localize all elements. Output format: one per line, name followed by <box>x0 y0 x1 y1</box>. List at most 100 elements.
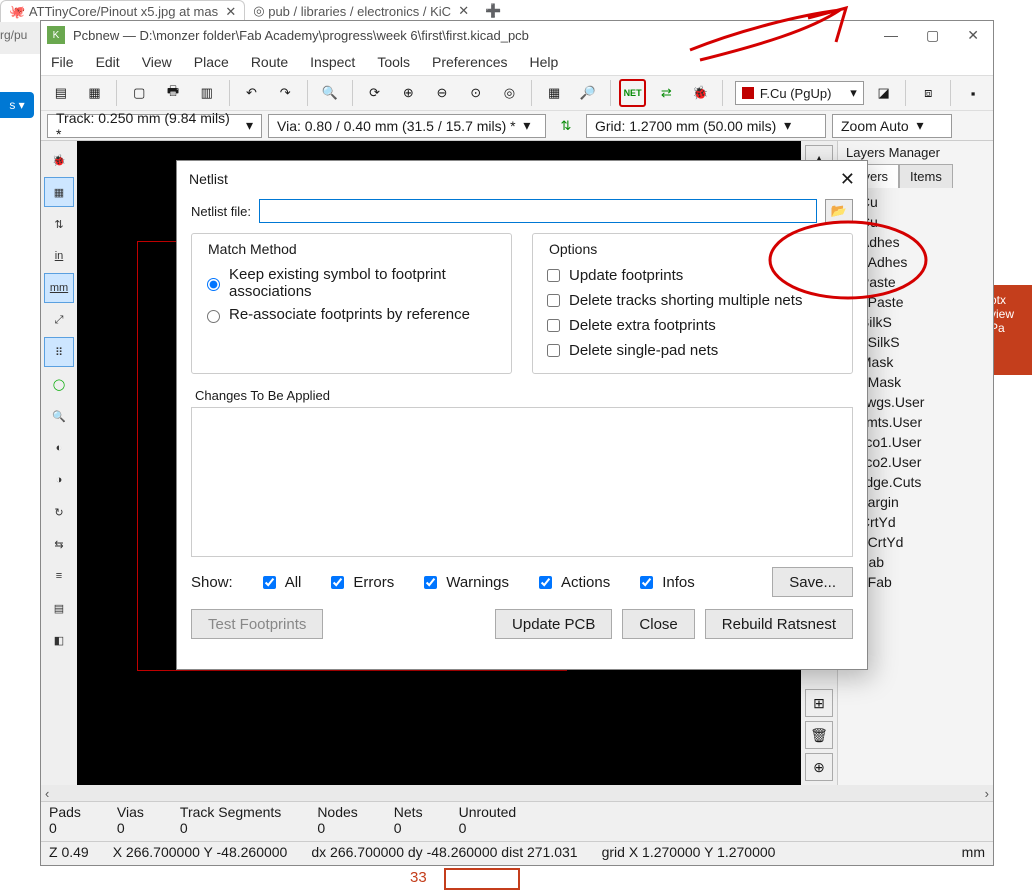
layer-item[interactable]: .SilkS <box>856 312 993 332</box>
layer-item[interactable]: .Adhes <box>856 232 993 252</box>
layer-item[interactable]: .Cu <box>856 192 993 212</box>
menu-preferences[interactable]: Preferences <box>432 54 507 70</box>
chk-show-errors[interactable]: Errors <box>327 570 394 595</box>
tb-print[interactable]: 🖶 <box>159 79 187 107</box>
netlist-file-input[interactable] <box>259 199 817 223</box>
layer-item[interactable]: .Paste <box>856 272 993 292</box>
tb-undo[interactable]: ↶ <box>238 79 266 107</box>
tb-update-pcb[interactable]: ⇄ <box>652 79 680 107</box>
layer-item[interactable]: Cmts.User <box>856 412 993 432</box>
lt-layers-2[interactable]: ▤ <box>44 593 74 623</box>
tb-zoom-in[interactable]: ⊕ <box>394 79 422 107</box>
track-width-combo[interactable]: Track: 0.250 mm (9.84 mils) * ▾ <box>47 114 262 138</box>
tb-footprint-view[interactable]: 🔎 <box>574 79 602 107</box>
chk-delete-tracks[interactable]: Delete tracks shorting multiple nets <box>543 288 842 313</box>
changes-list[interactable] <box>191 407 853 557</box>
tb-drc[interactable]: 🐞 <box>686 79 714 107</box>
lt-track-fill[interactable]: ↻ <box>44 497 74 527</box>
lt-grid[interactable]: ▦ <box>44 177 74 207</box>
zoom-combo[interactable]: Zoom Auto ▾ <box>832 114 952 138</box>
chk-show-all[interactable]: All <box>259 570 302 595</box>
layer-item[interactable]: 3.Fab <box>856 572 993 592</box>
layer-item[interactable]: 3.SilkS <box>856 332 993 352</box>
h-scrollbar[interactable]: ‹› <box>41 785 993 801</box>
lt-layers-3[interactable]: ◧ <box>44 625 74 655</box>
tb-3d[interactable]: ⧈ <box>914 79 942 107</box>
browser-tab-1[interactable]: 🐙 ATTinyCore/Pinout x5.jpg at mas ✕ <box>0 0 245 22</box>
side-pill[interactable]: s ▾ <box>0 92 34 118</box>
menu-place[interactable]: Place <box>194 54 229 70</box>
chk-show-infos[interactable]: Infos <box>636 570 695 595</box>
tb-zoom-sel[interactable]: ◎ <box>496 79 524 107</box>
layer-item[interactable]: .CrtYd <box>856 512 993 532</box>
rt-delete[interactable]: 🗑 <box>805 721 833 749</box>
tb-find[interactable]: 🔍 <box>316 79 344 107</box>
chk-show-warnings[interactable]: Warnings <box>420 570 509 595</box>
layer-item[interactable]: .Cu <box>856 212 993 232</box>
tb-script[interactable]: ▪ <box>959 79 987 107</box>
rt-origin[interactable]: ⊕ <box>805 753 833 781</box>
layer-select[interactable]: F.Cu (PgUp) ▾ <box>735 81 864 105</box>
lt-show-outlines[interactable]: 🔍 <box>44 401 74 431</box>
browse-button[interactable]: 📂 <box>825 199 853 223</box>
layer-item[interactable]: Eco2.User <box>856 452 993 472</box>
lt-via-fill[interactable]: ◑ <box>44 465 74 495</box>
menu-help[interactable]: Help <box>529 54 558 70</box>
chk-delete-single[interactable]: Delete single-pad nets <box>543 338 842 363</box>
tb-layer-pair[interactable]: ◪ <box>870 79 898 107</box>
lt-layers-1[interactable]: ≡ <box>44 561 74 591</box>
chk-delete-extra[interactable]: Delete extra footprints <box>543 313 842 338</box>
menubar[interactable]: File Edit View Place Route Inspect Tools… <box>41 49 993 75</box>
layer-item[interactable]: 3.Paste <box>856 292 993 312</box>
layer-item[interactable]: 3.Mask <box>856 372 993 392</box>
layer-item[interactable]: Eco1.User <box>856 432 993 452</box>
browser-new-tab[interactable]: ➕ <box>477 0 509 22</box>
update-pcb-button[interactable]: Update PCB <box>495 609 612 639</box>
layer-item[interactable]: .Mask <box>856 352 993 372</box>
tb-board-setup[interactable]: ▦ <box>81 79 109 107</box>
menu-view[interactable]: View <box>142 54 172 70</box>
close-button[interactable]: Close <box>622 609 694 639</box>
via-size-combo[interactable]: Via: 0.80 / 0.40 mm (31.5 / 15.7 mils) *… <box>268 114 546 138</box>
menu-file[interactable]: File <box>51 54 74 70</box>
tb-zoom-fit[interactable]: ⊙ <box>462 79 490 107</box>
auto-track-icon[interactable]: ⇅ <box>552 112 580 140</box>
tb-redo[interactable]: ↷ <box>271 79 299 107</box>
tb-load-netlist[interactable]: NET <box>619 79 647 107</box>
layer-item[interactable]: 3.Adhes <box>856 252 993 272</box>
grid-combo[interactable]: Grid: 1.2700 mm (50.00 mils) ▾ <box>586 114 826 138</box>
lt-pad-fill[interactable]: ◐ <box>44 433 74 463</box>
minimize-button[interactable]: — <box>884 27 898 44</box>
lt-unit-mm[interactable]: mm <box>44 273 74 303</box>
lt-polar[interactable]: ⇅ <box>44 209 74 239</box>
radio-reassoc[interactable]: Re-associate footprints by reference <box>202 303 501 326</box>
tb-page[interactable]: ▢ <box>125 79 153 107</box>
tb-plot[interactable]: ▥ <box>193 79 221 107</box>
lt-drc[interactable]: 🐞 <box>44 145 74 175</box>
layer-item[interactable]: Edge.Cuts <box>856 472 993 492</box>
lt-contrast[interactable]: ⇆ <box>44 529 74 559</box>
menu-tools[interactable]: Tools <box>377 54 410 70</box>
browser-tab-2[interactable]: ◎ pub / libraries / electronics / KiC ✕ <box>245 0 477 22</box>
menu-inspect[interactable]: Inspect <box>310 54 355 70</box>
tb-new[interactable]: ▤ <box>47 79 75 107</box>
tb-zoom-out[interactable]: ⊖ <box>428 79 456 107</box>
layer-item[interactable]: Dwgs.User <box>856 392 993 412</box>
maximize-button[interactable]: ▢ <box>926 27 939 44</box>
layers-tab-items[interactable]: Items <box>899 164 953 188</box>
layer-item[interactable]: 3.CrtYd <box>856 532 993 552</box>
rt-grid[interactable]: ⊞ <box>805 689 833 717</box>
rebuild-ratsnest-button[interactable]: Rebuild Ratsnest <box>705 609 853 639</box>
menu-edit[interactable]: Edit <box>96 54 120 70</box>
lt-ratsnest[interactable]: ⠿ <box>44 337 74 367</box>
layer-item[interactable]: Margin <box>856 492 993 512</box>
tb-footprint-lib[interactable]: ▦ <box>540 79 568 107</box>
layer-item[interactable]: .Fab <box>856 552 993 572</box>
chk-update-fp[interactable]: Update footprints <box>543 263 842 288</box>
lt-show-filled[interactable]: ◯ <box>44 369 74 399</box>
save-button[interactable]: Save... <box>772 567 853 597</box>
test-footprints-button[interactable]: Test Footprints <box>191 609 323 639</box>
chk-show-actions[interactable]: Actions <box>535 570 610 595</box>
lt-unit-in[interactable]: in <box>44 241 74 271</box>
radio-keep[interactable]: Keep existing symbol to footprint associ… <box>202 263 501 303</box>
